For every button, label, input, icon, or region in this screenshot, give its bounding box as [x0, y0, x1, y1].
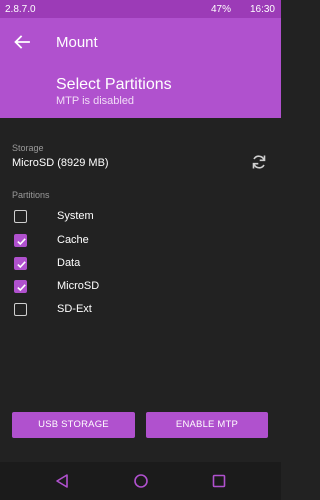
clock-text: 16:30	[249, 4, 275, 15]
page-title: Mount	[56, 34, 98, 51]
partition-label-microsd: MicroSD	[57, 280, 100, 292]
check-icon	[17, 238, 26, 246]
header-subtitle: MTP is disabled	[56, 95, 135, 107]
checkbox-data[interactable]	[14, 257, 27, 270]
partition-row-sd-ext[interactable]: SD-Ext	[10, 300, 210, 322]
square-recent-icon[interactable]	[212, 473, 226, 489]
storage-selector[interactable]: MicroSD (8929 MB)	[12, 157, 109, 169]
navigation-bar	[0, 462, 281, 500]
partition-label-data: Data	[57, 257, 81, 269]
battery-text: 47%	[211, 4, 232, 15]
partition-label-sd-ext: SD-Ext	[57, 303, 92, 315]
refresh-icon[interactable]	[250, 153, 268, 171]
checkbox-sd-ext[interactable]	[14, 303, 27, 316]
circle-home-icon[interactable]	[133, 473, 149, 489]
app-bar: Mount Select Partitions MTP is disabled	[0, 18, 281, 118]
usb-storage-button[interactable]: USB STORAGE	[12, 412, 135, 438]
triangle-back-icon[interactable]	[55, 473, 69, 489]
version-text: 2.8.7.0	[5, 4, 36, 15]
partition-row-cache[interactable]: Cache	[10, 231, 210, 253]
partition-label-system: System	[57, 210, 94, 222]
partition-label-cache: Cache	[57, 234, 89, 246]
checkbox-cache[interactable]	[14, 234, 27, 247]
header-title: Select Partitions	[56, 76, 172, 93]
enable-mtp-button[interactable]: ENABLE MTP	[146, 412, 268, 438]
arrow-back-icon[interactable]	[12, 32, 32, 52]
partition-row-system[interactable]: System	[10, 207, 210, 229]
partitions-label: Partitions	[12, 190, 50, 200]
storage-label: Storage	[12, 143, 44, 153]
check-icon	[17, 261, 26, 269]
check-icon	[17, 284, 26, 292]
checkbox-system[interactable]	[14, 210, 27, 223]
partition-row-microsd[interactable]: MicroSD	[10, 277, 210, 299]
checkbox-microsd[interactable]	[14, 280, 27, 293]
status-bar: 2.8.7.0 47% 16:30	[0, 0, 281, 18]
partition-row-data[interactable]: Data	[10, 254, 210, 276]
